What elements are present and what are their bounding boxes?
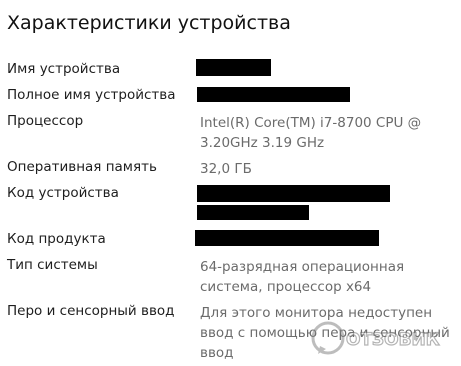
spec-label-device-name: Имя устройства (7, 61, 121, 77)
spec-value-ram: 32,0 ГБ (200, 161, 252, 177)
spec-label-processor: Процессор (7, 113, 84, 129)
spec-label-pen-touch: Перо и сенсорный ввод (7, 303, 175, 319)
spec-label-product-id: Код продукта (7, 231, 106, 247)
watermark-text: ОТЗОВИК (346, 330, 440, 350)
redaction-bar (197, 185, 390, 202)
spec-value-processor: Intel(R) Core(TM) i7-8700 CPU @ 3.20GHz … (200, 115, 422, 151)
redaction-bar (197, 205, 309, 220)
spec-value-system-type: 64-разрядная операционная система, проце… (200, 259, 405, 295)
watermark: ОТЗОВИК (308, 316, 456, 360)
redaction-bar (195, 230, 379, 246)
otzovik-logo-icon: ОТЗОВИК (311, 321, 440, 355)
spec-label-device-id: Код устройства (7, 185, 119, 201)
spec-label-ram: Оперативная память (7, 159, 157, 175)
redaction-bar (197, 87, 350, 102)
spec-label-system-type: Тип системы (7, 257, 98, 273)
redaction-bar (196, 59, 271, 76)
spec-label-full-device-name: Полное имя устройства (7, 87, 176, 103)
page-title: Характеристики устройства (7, 12, 291, 34)
